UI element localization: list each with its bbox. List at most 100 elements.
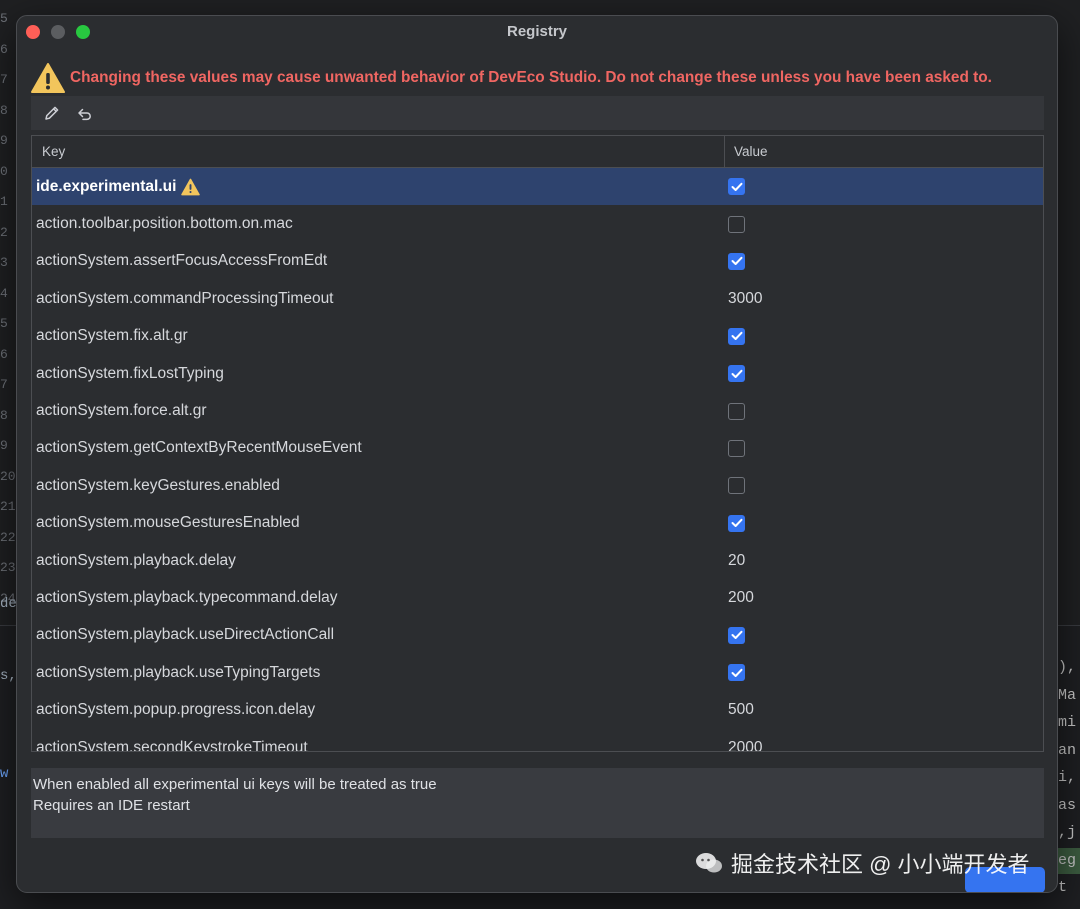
pencil-icon	[45, 106, 59, 120]
registry-key-label: actionSystem.playback.typecommand.delay	[36, 588, 338, 606]
background-code-line: as	[1058, 796, 1077, 814]
table-row[interactable]: actionSystem.playback.useDirectActionCal…	[32, 617, 1043, 654]
description-panel: When enabled all experimental ui keys wi…	[31, 768, 1044, 838]
line-number-gutter: 5 6 7 8 9 0 1 2 3 4 5 6 7 8 9 20 21 22 23 24	[0, 0, 16, 620]
registry-value-cell	[725, 402, 1043, 420]
registry-value-text[interactable]: 500	[728, 701, 754, 719]
checkbox-checked[interactable]	[728, 626, 745, 644]
table-row[interactable]: actionSystem.popup.progress.icon.delay 50…	[32, 691, 1043, 728]
registry-key-cell: actionSystem.mouseGesturesEnabled	[32, 514, 725, 532]
registry-key-label: actionSystem.mouseGesturesEnabled	[36, 514, 300, 532]
line-number: 23	[0, 560, 16, 575]
registry-key-cell: actionSystem.assertFocusAccessFromEdt	[32, 252, 725, 270]
checkmark-icon	[731, 369, 742, 378]
table-row[interactable]: actionSystem.getContextByRecentMouseEven…	[32, 430, 1043, 467]
table-row[interactable]: actionSystem.fix.alt.gr	[32, 318, 1043, 355]
checkbox-unchecked[interactable]	[728, 215, 745, 233]
warning-icon	[181, 178, 201, 195]
line-number: 7	[0, 72, 8, 87]
revert-button[interactable]	[71, 100, 97, 126]
table-row[interactable]: actionSystem.playback.delay 20	[32, 542, 1043, 579]
table-row[interactable]: actionSystem.assertFocusAccessFromEdt	[32, 243, 1043, 280]
edit-button[interactable]	[39, 100, 65, 126]
line-number: 6	[0, 41, 8, 57]
table-row[interactable]: actionSystem.mouseGesturesEnabled	[32, 505, 1043, 542]
checkbox-checked[interactable]	[728, 327, 745, 345]
background-code-line: Ma	[1058, 686, 1077, 704]
table-body: ide.experimental.ui action.toolbar.positi…	[32, 168, 1043, 751]
table-row[interactable]: actionSystem.force.alt.gr	[32, 392, 1043, 429]
column-header-value[interactable]: Value	[725, 136, 1043, 167]
line-number: 3	[0, 255, 8, 270]
checkmark-icon	[731, 182, 742, 191]
background-code-column: ), Ma mi an i, as ,j eg t	[1058, 654, 1080, 902]
checkbox-checked[interactable]	[728, 365, 745, 383]
checkmark-icon	[731, 332, 742, 341]
checkbox-unchecked[interactable]	[728, 439, 745, 457]
registry-value-cell	[725, 215, 1043, 233]
registry-value-cell	[725, 439, 1043, 457]
line-number: 22	[0, 529, 16, 545]
table-row[interactable]: actionSystem.fixLostTyping	[32, 355, 1043, 392]
line-number: 9	[0, 133, 8, 148]
registry-value-text[interactable]: 2000	[728, 739, 762, 751]
table-row[interactable]: action.toolbar.position.bottom.on.mac	[32, 205, 1043, 242]
registry-key-cell: actionSystem.playback.delay	[32, 552, 725, 570]
registry-value-text[interactable]: 20	[728, 552, 745, 570]
background-code-line: ,j	[1058, 824, 1077, 841]
registry-value-text[interactable]: 3000	[728, 290, 762, 308]
watermark: 掘金技术社区 @ 小小端开发者	[695, 845, 1030, 881]
registry-toolbar	[31, 96, 1044, 130]
background-code-line: an	[1058, 741, 1077, 759]
table-row[interactable]: actionSystem.playback.typecommand.delay 2…	[32, 579, 1043, 616]
checkbox-checked[interactable]	[728, 252, 745, 270]
registry-value-cell	[725, 365, 1043, 383]
registry-key-cell: actionSystem.secondKeystrokeTimeout	[32, 739, 725, 751]
registry-value-cell: 2000	[725, 739, 1043, 751]
line-number: 9	[0, 438, 8, 453]
table-row[interactable]: actionSystem.commandProcessingTimeout 300…	[32, 280, 1043, 317]
table-row[interactable]: actionSystem.playback.useTypingTargets	[32, 654, 1043, 691]
background-code-line: mi	[1058, 714, 1077, 731]
registry-key-cell: actionSystem.getContextByRecentMouseEven…	[32, 439, 725, 457]
checkbox-checked[interactable]	[728, 514, 745, 532]
column-header-key[interactable]: Key	[32, 136, 725, 167]
checkbox-unchecked[interactable]	[728, 402, 745, 420]
registry-value-text[interactable]: 200	[728, 589, 754, 607]
registry-value-cell: 20	[725, 552, 1043, 570]
registry-key-cell: actionSystem.playback.useTypingTargets	[32, 664, 725, 682]
line-number: 6	[0, 346, 8, 362]
line-number: 8	[0, 407, 8, 423]
registry-key-label: actionSystem.force.alt.gr	[36, 402, 207, 420]
background-code-line: t	[1058, 879, 1068, 896]
checkbox-unchecked[interactable]	[728, 477, 745, 495]
title-bar: Registry	[17, 16, 1057, 48]
checkbox-checked[interactable]	[728, 664, 745, 682]
checkmark-icon	[731, 668, 742, 677]
registry-value-cell: 200	[725, 589, 1043, 607]
background-code-line: ),	[1058, 659, 1077, 676]
background-code-line: i,	[1058, 769, 1077, 786]
table-row[interactable]: actionSystem.keyGestures.enabled	[32, 467, 1043, 504]
background-code-fragment: de	[0, 596, 17, 612]
registry-key-label: actionSystem.playback.delay	[36, 551, 236, 569]
table-header: Key Value	[32, 136, 1043, 168]
registry-key-label: actionSystem.fix.alt.gr	[36, 327, 188, 345]
warning-text: Changing these values may cause unwanted…	[70, 69, 992, 86]
table-row[interactable]: ide.experimental.ui	[32, 168, 1043, 206]
dialog-title: Registry	[506, 23, 568, 40]
registry-key-label: action.toolbar.position.bottom.on.mac	[36, 215, 293, 233]
checkmark-icon	[731, 257, 742, 266]
table-row[interactable]: actionSystem.secondKeystrokeTimeout 2000	[32, 729, 1043, 751]
registry-key-label: actionSystem.popup.progress.icon.delay	[36, 701, 316, 719]
checkbox-checked[interactable]	[728, 178, 745, 196]
registry-key-cell: actionSystem.fixLostTyping	[32, 365, 725, 383]
line-number: 5	[0, 11, 8, 26]
registry-key-label: actionSystem.getContextByRecentMouseEven…	[36, 439, 362, 457]
checkmark-icon	[731, 519, 742, 528]
registry-value-cell	[725, 178, 1043, 196]
warning-icon	[31, 63, 65, 93]
registry-value-cell	[725, 626, 1043, 644]
line-number: 21	[0, 499, 16, 514]
registry-key-cell: actionSystem.fix.alt.gr	[32, 327, 725, 345]
